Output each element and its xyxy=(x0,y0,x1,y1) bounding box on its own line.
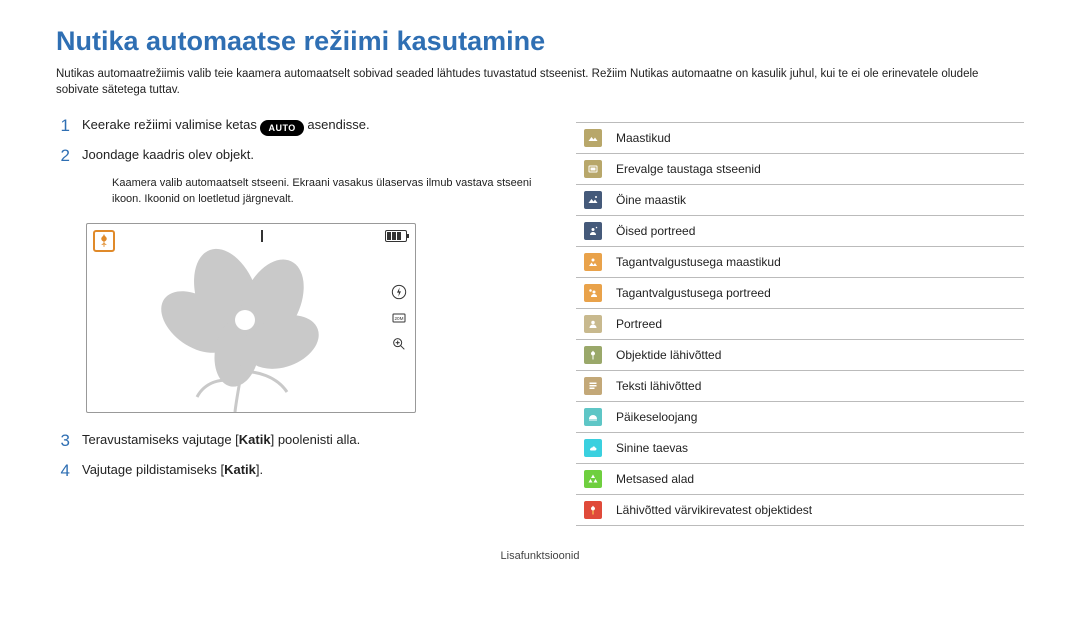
table-row: Lähivõtted värvikirevatest objektidest xyxy=(576,495,1024,526)
step-number: 4 xyxy=(56,461,70,481)
scene-label: Maastikud xyxy=(610,123,1024,154)
scene-icons-table: MaastikudErevalge taustaga stseenidÖine … xyxy=(576,122,1024,526)
scene-icon xyxy=(584,315,602,333)
step-2: 2 Joondage kaadris olev objekt. xyxy=(56,146,536,166)
scene-label: Erevalge taustaga stseenid xyxy=(610,154,1024,185)
scene-label: Sinine taevas xyxy=(610,433,1024,464)
scene-label: Tagantvalgustusega portreed xyxy=(610,278,1024,309)
zoom-icon xyxy=(391,336,407,352)
scene-icon xyxy=(584,284,602,302)
step-3: 3 Teravustamiseks vajutage [Katik] poole… xyxy=(56,431,536,451)
focus-indicator-icon xyxy=(261,230,263,242)
scene-icon xyxy=(584,160,602,178)
resolution-icon: 20M xyxy=(391,310,407,326)
page-title: Nutika automaatse režiimi kasutamine xyxy=(56,26,1024,57)
step-text: Joondage kaadris olev objekt. xyxy=(82,146,254,164)
scene-icon xyxy=(584,470,602,488)
left-column: 1 Keerake režiimi valimise ketas AUTO as… xyxy=(56,116,536,526)
scene-icon xyxy=(584,408,602,426)
table-row: Öine maastik xyxy=(576,185,1024,216)
table-row: Erevalge taustaga stseenid xyxy=(576,154,1024,185)
section-footer: Lisafunktsioonid xyxy=(56,550,1024,562)
scene-icon xyxy=(584,346,602,364)
svg-text:20M: 20M xyxy=(394,316,403,321)
scene-icon xyxy=(584,129,602,147)
table-row: Maastikud xyxy=(576,123,1024,154)
scene-icon xyxy=(584,191,602,209)
flower-illustration xyxy=(127,242,357,412)
scene-label: Öine maastik xyxy=(610,185,1024,216)
scene-icon xyxy=(584,439,602,457)
step-number: 2 xyxy=(56,146,70,166)
scene-icon xyxy=(584,377,602,395)
scene-label: Öised portreed xyxy=(610,216,1024,247)
flash-icon xyxy=(391,284,407,300)
step-2-note: Kaamera valib automaatselt stseeni. Ekra… xyxy=(112,176,536,207)
scene-label: Päikeseloojang xyxy=(610,402,1024,433)
table-row: Tagantvalgustusega portreed xyxy=(576,278,1024,309)
battery-icon xyxy=(385,230,407,242)
scene-label: Teksti lähivõtted xyxy=(610,371,1024,402)
step-text: Vajutage pildistamiseks [Katik]. xyxy=(82,461,263,479)
step-4: 4 Vajutage pildistamiseks [Katik]. xyxy=(56,461,536,481)
step-1: 1 Keerake režiimi valimise ketas AUTO as… xyxy=(56,116,536,136)
table-row: Öised portreed xyxy=(576,216,1024,247)
step-number: 1 xyxy=(56,116,70,136)
macro-scene-icon xyxy=(93,230,115,252)
scene-icon xyxy=(584,253,602,271)
scene-icon xyxy=(584,501,602,519)
scene-label: Lähivõtted värvikirevatest objektidest xyxy=(610,495,1024,526)
table-row: Tagantvalgustusega maastikud xyxy=(576,247,1024,278)
step-number: 3 xyxy=(56,431,70,451)
table-row: Portreed xyxy=(576,309,1024,340)
scene-label: Metsased alad xyxy=(610,464,1024,495)
table-row: Teksti lähivõtted xyxy=(576,371,1024,402)
scene-label: Tagantvalgustusega maastikud xyxy=(610,247,1024,278)
table-row: Metsased alad xyxy=(576,464,1024,495)
scene-icon xyxy=(584,222,602,240)
camera-screen-illustration: 20M xyxy=(86,223,416,413)
scene-label: Objektide lähivõtted xyxy=(610,340,1024,371)
table-row: Objektide lähivõtted xyxy=(576,340,1024,371)
step-text: Keerake režiimi valimise ketas AUTO asen… xyxy=(82,116,370,136)
right-column: MaastikudErevalge taustaga stseenidÖine … xyxy=(576,116,1024,526)
step-text: Teravustamiseks vajutage [Katik] pooleni… xyxy=(82,431,360,449)
auto-mode-pill: AUTO xyxy=(260,120,303,136)
table-row: Päikeseloojang xyxy=(576,402,1024,433)
table-row: Sinine taevas xyxy=(576,433,1024,464)
scene-label: Portreed xyxy=(610,309,1024,340)
intro-text: Nutikas automaatrežiimis valib teie kaam… xyxy=(56,67,1024,98)
